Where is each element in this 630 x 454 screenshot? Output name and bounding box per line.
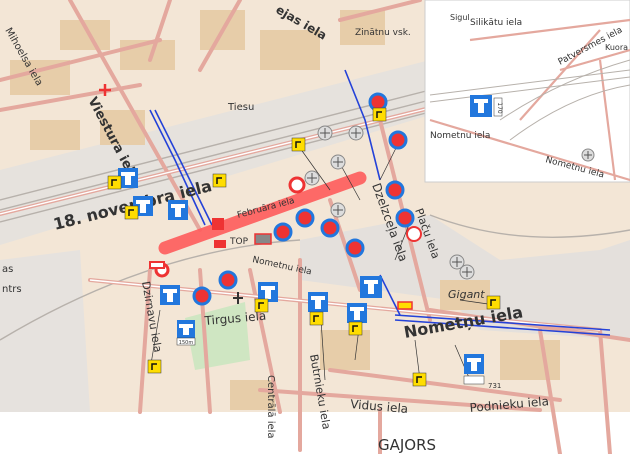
street-zinatnu: Zinātnu vsk. xyxy=(355,28,411,38)
left-zone xyxy=(0,250,90,412)
svg-text:150m: 150m xyxy=(179,340,194,346)
no-entry-sign[interactable] xyxy=(192,286,212,306)
turn-arrow-sign[interactable] xyxy=(486,295,501,310)
barrier-icon xyxy=(214,240,226,248)
barrier-icon xyxy=(212,218,224,230)
turn-arrow-sign[interactable] xyxy=(212,173,227,188)
inset-street-kuora: Kuora xyxy=(605,43,628,52)
dead-end-sign[interactable] xyxy=(360,276,382,298)
turn-arrow-sign[interactable] xyxy=(372,107,387,122)
traffic-light-icon xyxy=(317,125,333,141)
traffic-light-icon xyxy=(330,154,346,170)
dead-end-sign[interactable] xyxy=(347,303,367,323)
no-entry-sign[interactable] xyxy=(368,92,388,112)
street-centrala: Centrālā iela xyxy=(265,375,276,439)
traffic-light-icon xyxy=(330,202,346,218)
barrier-icon xyxy=(254,233,272,245)
top-sign-label: TOP xyxy=(229,237,249,247)
turn-arrow-sign[interactable] xyxy=(124,205,139,220)
no-entry-sign[interactable] xyxy=(218,270,238,290)
place-gajors: GAJORS xyxy=(378,436,436,454)
dead-end-sign[interactable] xyxy=(160,285,180,305)
barrier-icon xyxy=(397,301,413,310)
no-entry-sign[interactable] xyxy=(288,176,306,194)
map-view[interactable]: Sigul Silikātu iela Patversmes iela Nome… xyxy=(0,0,630,454)
turn-arrow-sign[interactable] xyxy=(348,321,363,336)
turn-arrow-sign[interactable] xyxy=(309,311,324,326)
dead-end-sign[interactable] xyxy=(308,292,328,312)
barrier-icon xyxy=(149,261,165,269)
map-canvas[interactable]: Sigul Silikātu iela Patversmes iela Nome… xyxy=(0,0,630,454)
no-entry-sign[interactable] xyxy=(273,222,293,242)
sign-731-label: 731 xyxy=(488,382,501,390)
dead-end-sign[interactable] xyxy=(168,200,188,220)
traffic-light-icon xyxy=(304,170,320,186)
place-gigant: Gigant xyxy=(448,288,485,301)
place-ntrs: ntrs xyxy=(2,284,22,295)
inset-street-sigul: Sigul xyxy=(450,13,470,22)
traffic-light-icon xyxy=(348,125,364,141)
inset-dead-end-sign[interactable]: 170 xyxy=(470,95,503,117)
inset-frame xyxy=(424,0,630,183)
no-entry-sign[interactable] xyxy=(385,180,405,200)
no-entry-sign[interactable] xyxy=(320,218,340,238)
no-entry-sign[interactable] xyxy=(345,238,365,258)
inset-street-silikatu: Silikātu iela xyxy=(470,18,522,28)
inset-traffic-light-icon xyxy=(581,148,595,162)
traffic-light-icon xyxy=(459,264,475,280)
no-entry-sign[interactable] xyxy=(295,208,315,228)
turn-arrow-sign[interactable] xyxy=(412,372,427,387)
no-entry-sign[interactable] xyxy=(395,208,415,228)
place-as: as xyxy=(2,264,13,275)
inset-map[interactable]: Sigul Silikātu iela Patversmes iela Nome… xyxy=(424,0,630,183)
blank-area xyxy=(0,412,278,454)
dead-end-sign[interactable]: 150m xyxy=(176,320,196,346)
speed-limit-sign xyxy=(406,226,422,242)
dead-end-sign[interactable] xyxy=(463,354,485,385)
street-tiesu: Tiesu xyxy=(227,102,254,113)
turn-arrow-sign[interactable] xyxy=(107,175,122,190)
no-entry-sign[interactable] xyxy=(388,130,408,150)
turn-arrow-sign[interactable] xyxy=(147,359,162,374)
inset-street-nometnu-1: Nometnu iela xyxy=(430,131,490,141)
svg-text:170: 170 xyxy=(496,102,503,114)
turn-arrow-sign[interactable] xyxy=(291,137,306,152)
turn-arrow-sign[interactable] xyxy=(254,298,269,313)
